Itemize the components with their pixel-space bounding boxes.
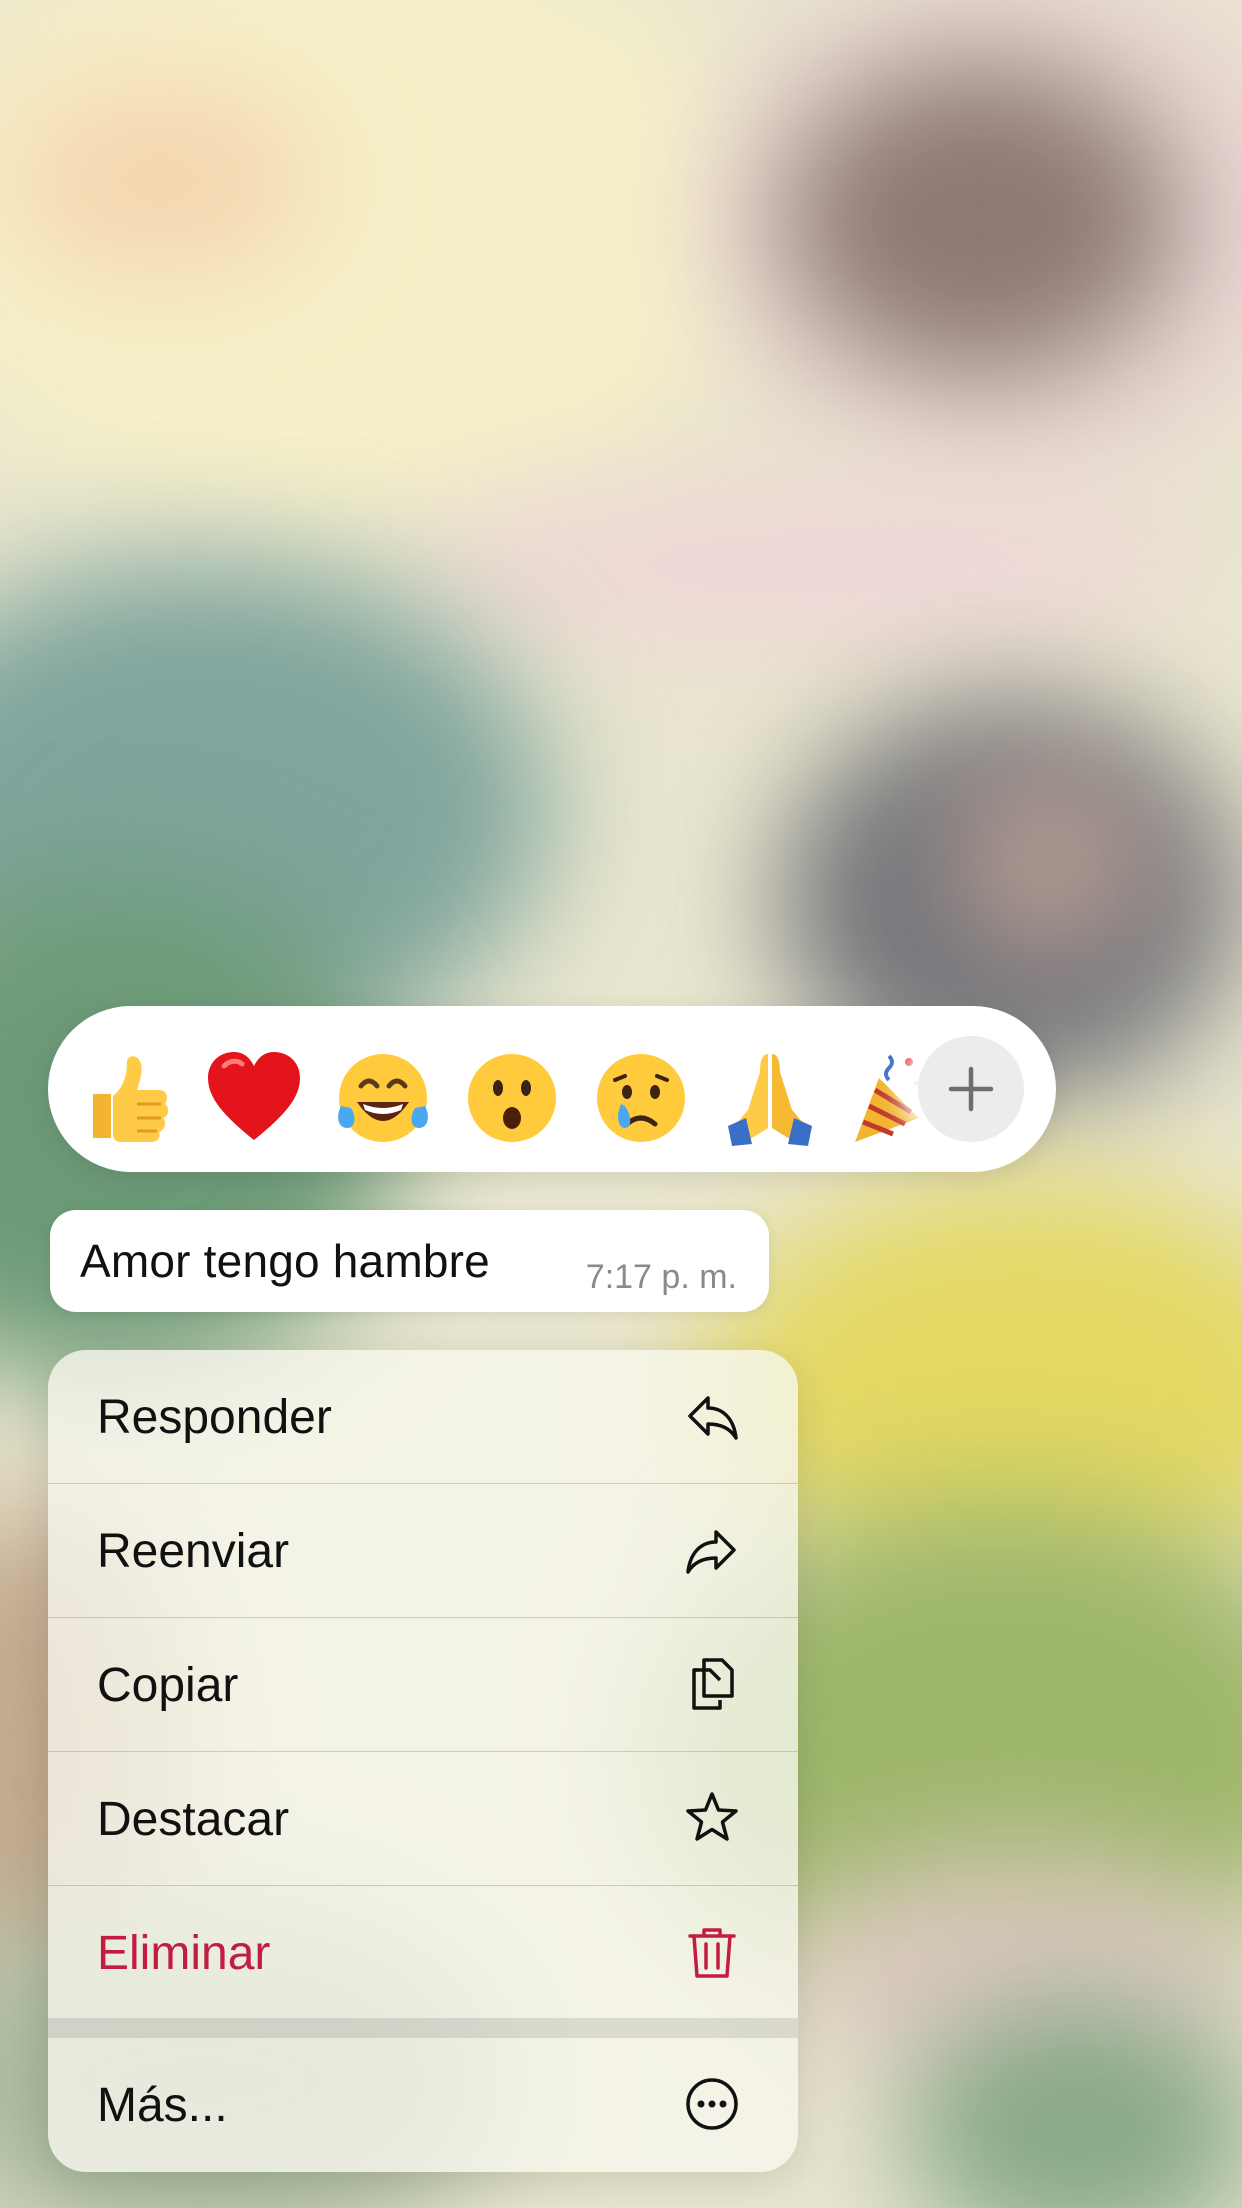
menu-section-separator — [48, 2018, 798, 2038]
forward-icon — [682, 1520, 742, 1580]
menu-item-delete[interactable]: Eliminar — [48, 1886, 798, 2019]
menu-item-more[interactable]: Más... — [48, 2038, 798, 2171]
more-reactions-button[interactable] — [918, 1036, 1024, 1142]
menu-item-reply[interactable]: Responder — [48, 1350, 798, 1483]
menu-item-label: Destacar — [97, 1793, 290, 1846]
tears-of-joy-emoji[interactable] — [333, 1048, 433, 1148]
copy-icon — [682, 1654, 742, 1714]
message-bubble[interactable]: Amor tengo hambre 7:17 p. m. — [50, 1210, 769, 1312]
menu-item-copy[interactable]: Copiar — [48, 1618, 798, 1751]
reply-icon — [682, 1386, 742, 1446]
more-icon — [682, 2074, 742, 2134]
menu-item-label: Más... — [97, 2079, 228, 2132]
plus-icon — [948, 1066, 994, 1112]
reaction-bar — [48, 1006, 1056, 1172]
message-context-menu: Responder Reenviar Copiar Destacar Elimi… — [48, 1350, 798, 2172]
menu-item-label: Reenviar — [97, 1525, 290, 1578]
menu-item-label: Copiar — [97, 1659, 239, 1712]
crying-face-emoji[interactable] — [591, 1048, 691, 1148]
star-icon — [682, 1788, 742, 1848]
trash-icon — [682, 1922, 742, 1982]
menu-item-label: Eliminar — [97, 1927, 271, 1980]
surprised-face-emoji[interactable] — [462, 1048, 562, 1148]
menu-item-label: Responder — [97, 1391, 332, 1444]
menu-item-star[interactable]: Destacar — [48, 1752, 798, 1885]
thumbs-up-emoji[interactable] — [75, 1048, 175, 1148]
folded-hands-emoji[interactable] — [720, 1048, 820, 1148]
message-text: Amor tengo hambre — [80, 1235, 490, 1287]
message-timestamp: 7:17 p. m. — [585, 1258, 737, 1296]
menu-item-forward[interactable]: Reenviar — [48, 1484, 798, 1617]
red-heart-emoji[interactable] — [204, 1048, 304, 1148]
